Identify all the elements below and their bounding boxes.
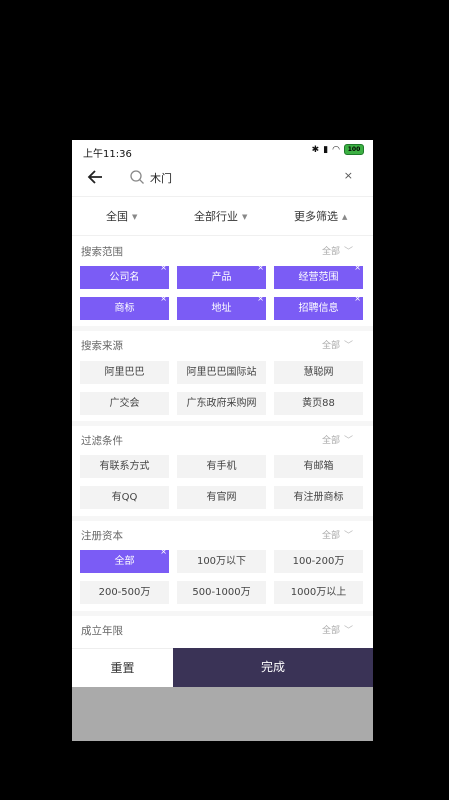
chip-has-trademark[interactable]: 有注册商标 — [274, 486, 363, 509]
section-toggle-label: 全部 — [321, 626, 340, 636]
chip-trademark[interactable]: 商标 × — [80, 294, 169, 320]
status-icons: ✱ ▮ ◠ 100 — [312, 144, 364, 155]
bottom-gray-area — [72, 687, 373, 741]
chip-label: 地址 — [211, 303, 232, 314]
section-title-years: 成立年限 — [81, 625, 123, 637]
wifi-icon: ◠ — [332, 144, 340, 155]
caret-up-icon: ▲ — [342, 213, 348, 221]
more-filter-label: 更多筛选 — [294, 210, 338, 223]
section-toggle-capital[interactable]: 全部 ﹀ — [322, 528, 353, 541]
close-icon[interactable]: × — [160, 547, 167, 557]
chip-capital-all[interactable]: 全部 × — [80, 547, 169, 573]
chevron-down-icon: ﹀ — [343, 531, 353, 541]
chip-recruitment[interactable]: 招聘信息 × — [274, 294, 363, 320]
region-filter[interactable]: 全国 ▼ — [106, 208, 137, 224]
search-header: 木门 × — [72, 160, 373, 196]
chip-label: 经营范围 — [298, 272, 339, 283]
section-title-conditions: 过滤条件 — [81, 435, 123, 447]
chip-capital-200-500[interactable]: 200-500万 — [80, 581, 169, 604]
clear-icon[interactable]: × — [344, 169, 353, 182]
caret-down-icon: ▼ — [132, 213, 138, 221]
section-toggle-conditions[interactable]: 全部 ﹀ — [322, 433, 353, 446]
filter-bar: 全国 ▼ 全部行业 ▼ 更多筛选 ▲ — [72, 196, 373, 236]
chip-label: 公司名 — [109, 272, 140, 283]
chip-capital-100-200[interactable]: 100-200万 — [274, 550, 363, 573]
chevron-down-icon: ﹀ — [343, 341, 353, 351]
chip-gd-procurement[interactable]: 广东政府采购网 — [177, 392, 266, 415]
section-toggle-label: 全部 — [321, 436, 340, 446]
industry-filter[interactable]: 全部行业 ▼ — [194, 208, 247, 224]
chip-alibaba-intl[interactable]: 阿里巴巴国际站 — [177, 361, 266, 384]
status-bar: 上午11:36 ✱ ▮ ◠ 100 — [72, 140, 373, 160]
section-toggle-scope[interactable]: 全部 ﹀ — [322, 244, 353, 257]
chip-label: 产品 — [211, 272, 232, 283]
more-filter[interactable]: 更多筛选 ▲ — [294, 208, 347, 224]
section-toggle-label: 全部 — [321, 531, 340, 541]
close-icon[interactable]: × — [257, 263, 264, 273]
done-button[interactable]: 完成 — [173, 648, 373, 687]
search-input[interactable]: 木门 — [150, 170, 172, 186]
chip-capital-under-100[interactable]: 100万以下 — [177, 550, 266, 573]
section-divider — [72, 421, 373, 426]
section-divider — [72, 516, 373, 521]
section-toggle-label: 全部 — [321, 247, 340, 257]
caret-down-icon: ▼ — [242, 213, 248, 221]
close-icon[interactable]: × — [160, 263, 167, 273]
section-title-scope: 搜索范围 — [81, 246, 123, 258]
close-icon[interactable]: × — [354, 263, 361, 273]
section-toggle-label: 全部 — [321, 341, 340, 351]
chip-has-email[interactable]: 有邮箱 — [274, 455, 363, 478]
section-toggle-source[interactable]: 全部 ﹀ — [322, 338, 353, 351]
section-divider — [72, 611, 373, 616]
section-toggle-years[interactable]: 全部 ﹀ — [322, 623, 353, 636]
bluetooth-icon: ✱ — [311, 144, 320, 155]
close-icon[interactable]: × — [257, 294, 264, 304]
back-arrow-icon[interactable] — [86, 167, 106, 187]
search-icon — [130, 170, 144, 184]
chip-capital-over-1000[interactable]: 1000万以上 — [274, 581, 363, 604]
chip-has-phone[interactable]: 有手机 — [177, 455, 266, 478]
section-title-source: 搜索来源 — [81, 340, 123, 352]
action-bar: 重置 完成 — [72, 648, 373, 688]
chip-canton-fair[interactable]: 广交会 — [80, 392, 169, 415]
chip-has-qq[interactable]: 有QQ — [80, 486, 169, 509]
battery-icon: 100 — [344, 144, 364, 155]
close-icon[interactable]: × — [354, 294, 361, 304]
signal-icon: ▮ — [323, 144, 329, 155]
chip-company-name[interactable]: 公司名 × — [80, 263, 169, 289]
reset-button[interactable]: 重置 — [72, 648, 173, 688]
chevron-down-icon: ﹀ — [343, 436, 353, 446]
chip-label: 全部 — [114, 556, 135, 567]
chip-address[interactable]: 地址 × — [177, 294, 266, 320]
industry-filter-label: 全部行业 — [194, 210, 238, 223]
chip-has-contact[interactable]: 有联系方式 — [80, 455, 169, 478]
chip-product[interactable]: 产品 × — [177, 263, 266, 289]
status-time: 上午11:36 — [83, 149, 132, 160]
chevron-down-icon: ﹀ — [343, 626, 353, 636]
chip-huangye88[interactable]: 黄页88 — [274, 392, 363, 415]
chip-has-website[interactable]: 有官网 — [177, 486, 266, 509]
chip-hc360[interactable]: 慧聪网 — [274, 361, 363, 384]
chip-label: 商标 — [114, 303, 135, 314]
phone-screen: 上午11:36 ✱ ▮ ◠ 100 木门 × 全国 ▼ 全部行业 ▼ 更多筛选 ▲ 搜… — [72, 140, 373, 741]
region-filter-label: 全国 — [106, 210, 128, 223]
chip-capital-500-1000[interactable]: 500-1000万 — [177, 581, 266, 604]
chip-label: 招聘信息 — [298, 303, 339, 314]
close-icon[interactable]: × — [160, 294, 167, 304]
section-divider — [72, 326, 373, 331]
chevron-down-icon: ﹀ — [343, 247, 353, 257]
section-title-capital: 注册资本 — [81, 530, 123, 542]
chip-business-scope[interactable]: 经营范围 × — [274, 263, 363, 289]
chip-alibaba[interactable]: 阿里巴巴 — [80, 361, 169, 384]
